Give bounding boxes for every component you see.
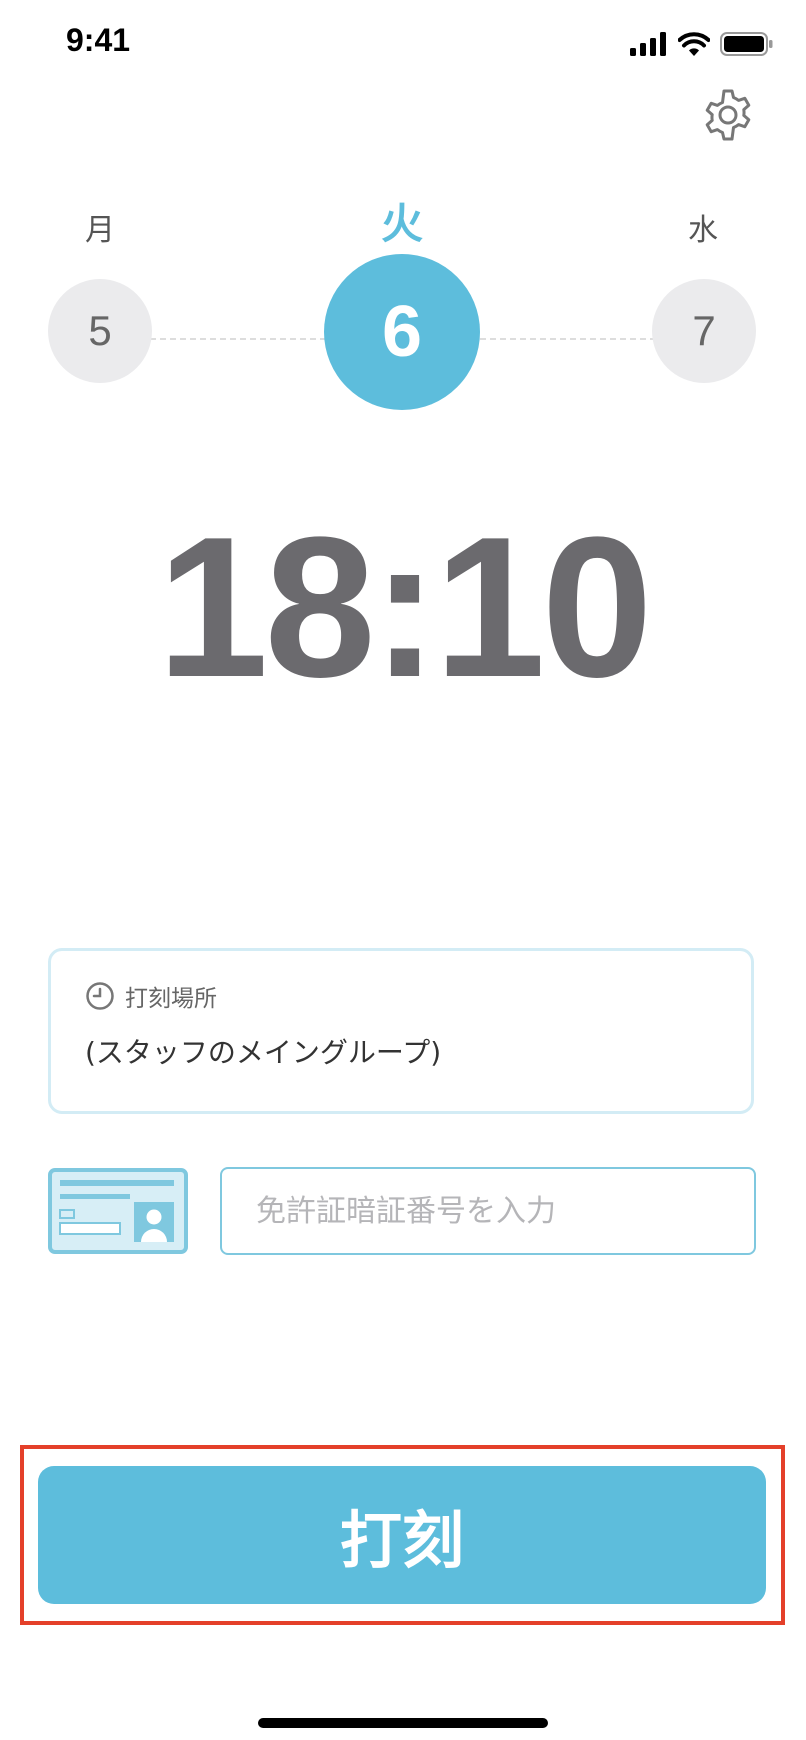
location-label: 打刻場所: [125, 986, 217, 1012]
license-card-icon: [48, 1168, 188, 1254]
wifi-icon: [678, 32, 710, 56]
clock-icon: [86, 982, 114, 1010]
date-circle-6-selected[interactable]: 6: [324, 254, 480, 410]
weekday-label-mon: 月: [85, 213, 115, 248]
license-pin-input[interactable]: [220, 1167, 756, 1255]
date-circle-7[interactable]: 7: [652, 279, 756, 383]
stamp-button[interactable]: 打刻: [38, 1466, 766, 1604]
battery-icon: [720, 32, 773, 56]
gear-icon[interactable]: [700, 87, 756, 143]
weekday-label-tue-selected: 火: [380, 199, 423, 248]
signal-icon: [630, 32, 666, 56]
location-value: (スタッフのメイングループ): [85, 1036, 442, 1069]
current-time-display: 18:10: [157, 496, 653, 719]
status-bar-icons: [630, 28, 774, 60]
status-bar-time: 9:41: [66, 22, 131, 58]
date-circle-5[interactable]: 5: [48, 279, 152, 383]
home-indicator[interactable]: [258, 1718, 548, 1728]
weekday-label-wed: 水: [688, 213, 718, 248]
location-card[interactable]: 打刻場所 (スタッフのメイングループ): [48, 948, 754, 1114]
